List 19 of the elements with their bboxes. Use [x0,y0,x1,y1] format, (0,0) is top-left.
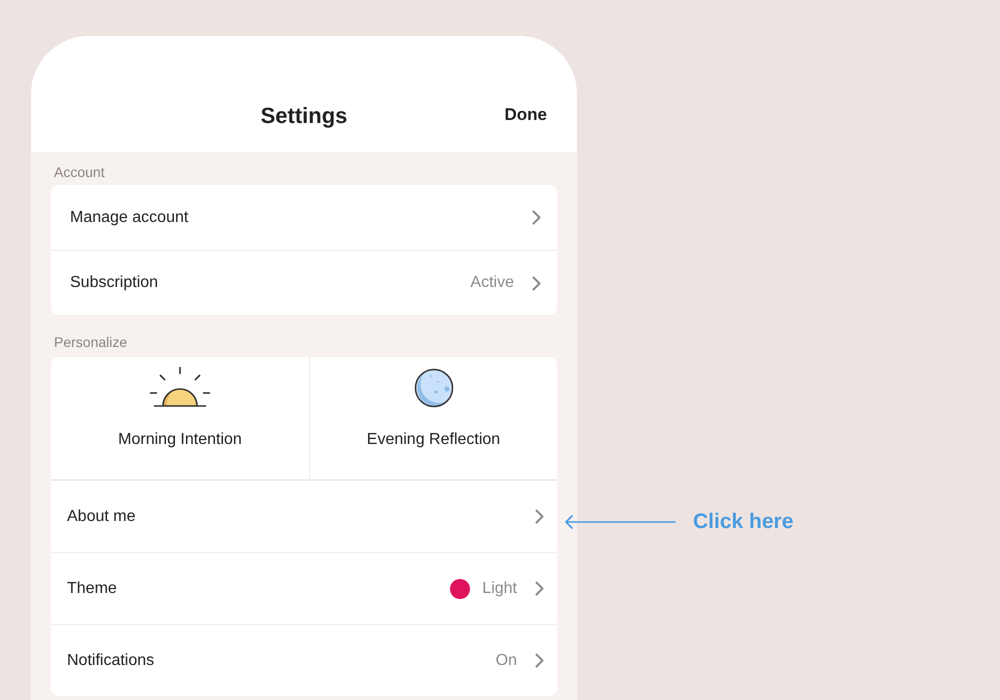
callout-label: Click here [693,509,794,535]
left-arrow-icon [564,514,676,529]
option-tile[interactable]: Evening Reflection [309,357,557,479]
row-value: On [496,650,517,670]
chevron-right-icon [535,581,544,596]
settings-row[interactable]: Notifications On [51,624,557,696]
row-value: Light [482,578,517,598]
section-label: Personalize [53,334,128,350]
section-label: Account [53,164,106,180]
row-value: Active [470,273,514,293]
done-button[interactable]: Done [504,102,547,126]
chevron-right-icon [532,210,541,225]
chevron-right-icon [535,653,544,668]
chevron-right-icon [532,276,541,290]
moon-icon [414,368,454,408]
sun-icon [150,366,210,408]
chevron-right-icon [535,509,544,524]
page-title: Settings [260,102,348,130]
settings-row[interactable]: Subscription Active [51,250,557,315]
